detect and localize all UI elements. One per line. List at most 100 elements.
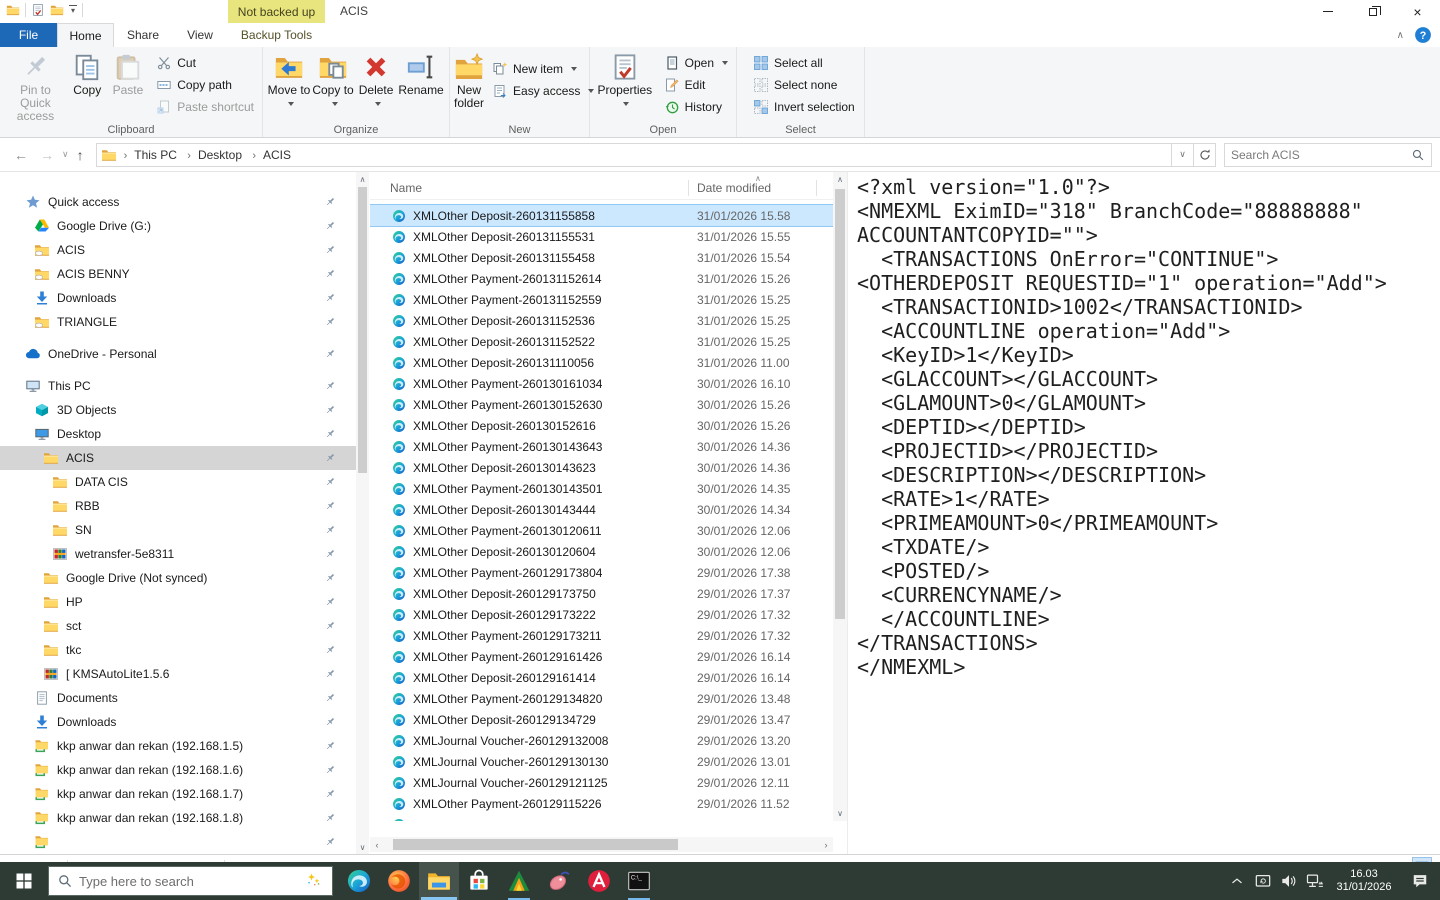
action-center-icon[interactable] bbox=[1400, 862, 1440, 900]
copy-to-button[interactable]: Copy to bbox=[311, 50, 355, 124]
taskbar-search-input[interactable] bbox=[79, 874, 298, 889]
sidebar-item[interactable]: OneDrive - Personal bbox=[0, 342, 356, 366]
customize-qat-chevron-icon[interactable]: ▾ bbox=[69, 5, 77, 15]
sidebar-item[interactable]: 3D Objects bbox=[0, 398, 356, 422]
scroll-up-icon[interactable]: ∧ bbox=[356, 172, 369, 186]
sidebar-item[interactable]: kkp anwar dan rekan (192.168.1.6) bbox=[0, 758, 356, 782]
file-list-horizontal-scrollbar[interactable]: ‹ › bbox=[370, 837, 833, 852]
folder-icon[interactable] bbox=[50, 3, 64, 17]
file-row[interactable]: XMLOther Payment-260129173804 29/01/2026… bbox=[370, 562, 833, 583]
file-row[interactable]: XMLOther Payment-260129173211 29/01/2026… bbox=[370, 625, 833, 646]
file-row[interactable]: XMLJournal Voucher-260129121125 29/01/20… bbox=[370, 772, 833, 793]
taskbar-app[interactable] bbox=[419, 862, 459, 900]
restore-button[interactable] bbox=[1350, 0, 1395, 23]
back-button[interactable]: ← bbox=[8, 147, 34, 163]
sidebar-item[interactable]: Documents bbox=[0, 686, 356, 710]
scroll-up-icon[interactable]: ∧ bbox=[833, 172, 847, 187]
sidebar-item[interactable]: kkp anwar dan rekan (192.168.1.5) bbox=[0, 734, 356, 758]
select-all-button[interactable]: Select all bbox=[749, 52, 859, 74]
sidebar-item[interactable]: ACIS bbox=[0, 238, 356, 262]
pin-to-quick-access-button[interactable]: Pin to Quick access bbox=[4, 50, 67, 124]
properties-icon[interactable] bbox=[31, 3, 45, 17]
speaker-icon[interactable] bbox=[1276, 862, 1302, 900]
breadcrumb-segment[interactable]: ACIS bbox=[263, 148, 291, 162]
file-row[interactable]: XMLOther Deposit-260131110056 31/01/2026… bbox=[370, 352, 833, 373]
properties-button[interactable]: Properties bbox=[594, 50, 656, 124]
sidebar-item[interactable]: Google Drive (G:) bbox=[0, 214, 356, 238]
new-item-button[interactable]: New item bbox=[488, 58, 598, 80]
sidebar-item[interactable]: [ KMSAutoLite1.5.6 bbox=[0, 662, 356, 686]
help-icon[interactable] bbox=[1414, 26, 1432, 44]
scrollbar-thumb[interactable] bbox=[393, 839, 678, 850]
select-none-button[interactable]: Select none bbox=[749, 74, 859, 96]
rename-button[interactable]: Rename bbox=[397, 50, 445, 124]
file-row[interactable]: XMLOther Deposit-260131155531 31/01/2026… bbox=[370, 226, 833, 247]
search-highlights-sparkles-icon[interactable] bbox=[304, 871, 324, 891]
sidebar-item[interactable]: RBB bbox=[0, 494, 356, 518]
sidebar-item[interactable]: HP bbox=[0, 590, 356, 614]
scroll-left-icon[interactable]: ‹ bbox=[370, 837, 384, 852]
easy-access-button[interactable]: Easy access bbox=[488, 80, 598, 102]
taskbar-app[interactable] bbox=[579, 862, 619, 900]
history-button[interactable]: History bbox=[660, 96, 732, 118]
taskbar-app[interactable] bbox=[339, 862, 379, 900]
minimize-button[interactable] bbox=[1305, 0, 1350, 23]
copy-button[interactable]: Copy bbox=[67, 50, 108, 124]
taskbar-app[interactable] bbox=[379, 862, 419, 900]
sidebar-item[interactable]: sct bbox=[0, 614, 356, 638]
scroll-down-icon[interactable]: ∨ bbox=[833, 806, 847, 821]
column-header-name[interactable]: Name bbox=[390, 181, 422, 195]
invert-selection-button[interactable]: Invert selection bbox=[749, 96, 859, 118]
sidebar-scrollbar[interactable]: ∧ ∨ bbox=[356, 172, 369, 854]
collapse-ribbon-chevron-icon[interactable]: ∧ bbox=[1397, 30, 1404, 41]
breadcrumb[interactable]: ›This PC ›Desktop ›ACIS bbox=[96, 143, 1172, 167]
file-row[interactable]: XMLOther Deposit-260131152522 31/01/2026… bbox=[370, 331, 833, 352]
breadcrumb-segment[interactable]: This PC bbox=[134, 148, 177, 162]
folder-icon[interactable] bbox=[6, 3, 20, 17]
file-row[interactable]: XMLOther Payment-260130161034 30/01/2026… bbox=[370, 373, 833, 394]
search-input[interactable] bbox=[1231, 148, 1411, 162]
file-list-vertical-scrollbar[interactable]: ∧ ∨ bbox=[833, 172, 847, 821]
file-row[interactable]: XMLOther Payment-260130143501 30/01/2026… bbox=[370, 478, 833, 499]
new-folder-button[interactable]: New folder bbox=[454, 50, 484, 124]
sidebar-item[interactable]: tkc bbox=[0, 638, 356, 662]
sidebar-item[interactable]: TRIANGLE bbox=[0, 310, 356, 334]
paste-shortcut-button[interactable]: Paste shortcut bbox=[152, 96, 258, 118]
edit-button[interactable]: Edit bbox=[660, 74, 732, 96]
address-dropdown-chevron-icon[interactable]: ∨ bbox=[1172, 143, 1194, 167]
tab-backup-tools[interactable]: Backup Tools bbox=[228, 23, 325, 47]
file-row[interactable] bbox=[370, 814, 833, 821]
tab-view[interactable]: View bbox=[172, 23, 228, 47]
open-button[interactable]: Open bbox=[660, 52, 732, 74]
file-row[interactable]: XMLOther Payment-260130152630 30/01/2026… bbox=[370, 394, 833, 415]
file-row[interactable]: XMLOther Deposit-260130120604 30/01/2026… bbox=[370, 541, 833, 562]
sidebar-item[interactable]: SN bbox=[0, 518, 356, 542]
start-button[interactable] bbox=[0, 862, 48, 900]
file-row[interactable]: XMLOther Deposit-260130152616 30/01/2026… bbox=[370, 415, 833, 436]
forward-button[interactable]: → bbox=[34, 147, 60, 163]
sidebar-item[interactable]: ACIS BENNY bbox=[0, 262, 356, 286]
file-row[interactable]: XMLOther Deposit-260129161414 29/01/2026… bbox=[370, 667, 833, 688]
taskbar-app[interactable] bbox=[539, 862, 579, 900]
scrollbar-thumb[interactable] bbox=[835, 189, 845, 619]
scroll-right-icon[interactable]: › bbox=[819, 837, 833, 852]
search-icon[interactable] bbox=[1411, 148, 1425, 162]
sidebar-item[interactable]: Downloads bbox=[0, 286, 356, 310]
file-row[interactable]: XMLOther Payment-260130143643 30/01/2026… bbox=[370, 436, 833, 457]
file-row[interactable]: XMLOther Deposit-260129173750 29/01/2026… bbox=[370, 583, 833, 604]
sidebar-item[interactable]: Google Drive (Not synced) bbox=[0, 566, 356, 590]
refresh-button[interactable] bbox=[1194, 143, 1216, 167]
cut-button[interactable]: Cut bbox=[152, 52, 258, 74]
file-row[interactable]: XMLOther Deposit-260131152536 31/01/2026… bbox=[370, 310, 833, 331]
sidebar-item[interactable]: This PC bbox=[0, 374, 356, 398]
tab-file[interactable]: File bbox=[0, 23, 57, 47]
file-row[interactable]: XMLOther Deposit-260129173222 29/01/2026… bbox=[370, 604, 833, 625]
hidden-icons-chevron-icon[interactable] bbox=[1224, 862, 1250, 900]
close-button[interactable]: × bbox=[1395, 0, 1440, 23]
file-row[interactable]: XMLOther Payment-260130120611 30/01/2026… bbox=[370, 520, 833, 541]
tab-share[interactable]: Share bbox=[114, 23, 172, 47]
clock[interactable]: 16.03 31/01/2026 bbox=[1328, 868, 1400, 894]
file-row[interactable]: XMLOther Payment-260131152614 31/01/2026… bbox=[370, 268, 833, 289]
file-row[interactable]: XMLOther Payment-260129134820 29/01/2026… bbox=[370, 688, 833, 709]
delete-button[interactable]: Delete bbox=[355, 50, 397, 124]
